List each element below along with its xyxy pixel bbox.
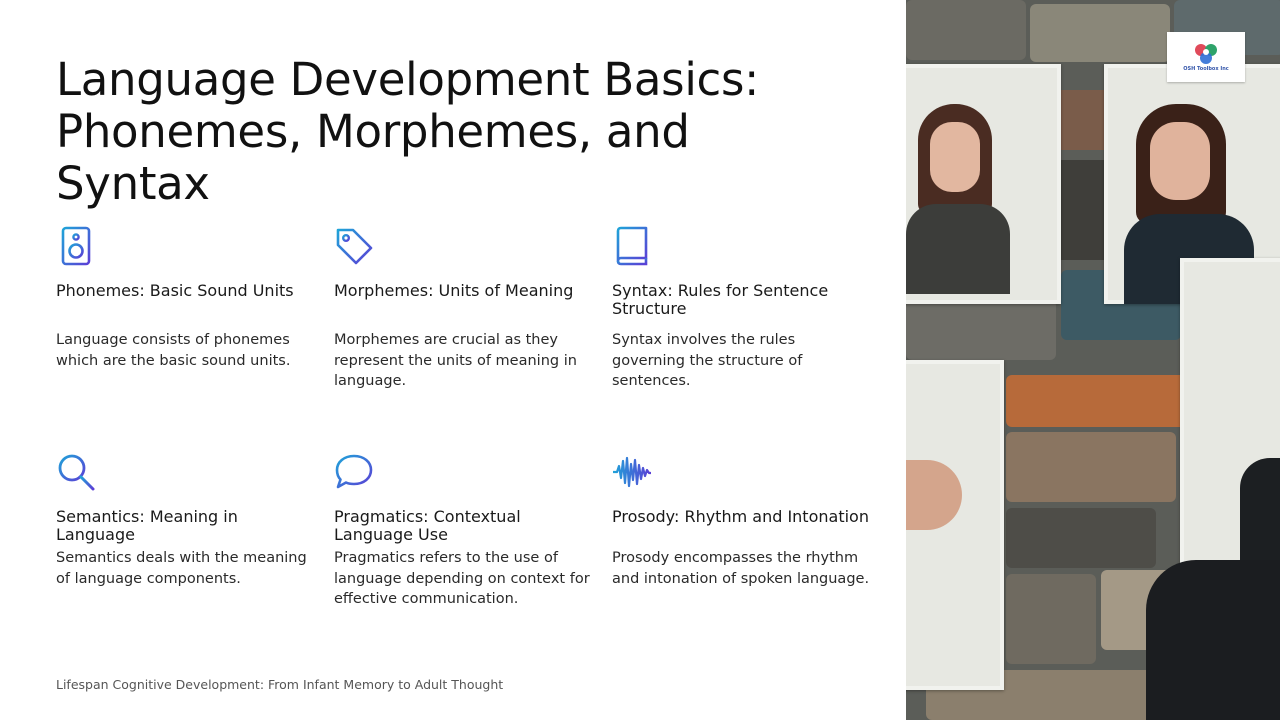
- tag-icon: [334, 226, 374, 266]
- card-heading: Syntax: Rules for Sentence Structure: [612, 281, 829, 318]
- card-heading: Phonemes: Basic Sound Units: [56, 281, 294, 300]
- book-icon: [612, 226, 652, 266]
- card-heading: Prosody: Rhythm and Intonation: [612, 507, 869, 526]
- framed-portrait-left: [906, 64, 1061, 304]
- speech-bubble-icon: [334, 452, 374, 492]
- slide-footer: Lifespan Cognitive Development: From Inf…: [56, 677, 504, 692]
- soundwave-icon: [612, 452, 652, 492]
- slide-title: Language Development Basics: Phonemes, M…: [56, 53, 759, 210]
- card-heading: Semantics: Meaning in Language: [56, 507, 238, 544]
- card-body: Prosody encompasses the rhythm and inton…: [612, 550, 870, 587]
- card-body: Semantics deals with the meaning of lang…: [56, 550, 307, 587]
- company-logo: OSH Toolbox Inc: [1167, 32, 1245, 82]
- card-body: Language consists of phonemes which are …: [56, 332, 291, 369]
- card-body: Syntax involves the rules governing the …: [612, 332, 803, 389]
- framed-panel-left: [906, 360, 1004, 690]
- stone-wall-photo: [906, 0, 1280, 720]
- card-body: Morphemes are crucial as they represent …: [334, 332, 577, 389]
- card-body: Pragmatics refers to the use of language…: [334, 550, 590, 607]
- card-heading: Morphemes: Units of Meaning: [334, 281, 574, 300]
- speaker-icon: [56, 226, 96, 266]
- slide: Language Development Basics: Phonemes, M…: [0, 0, 1280, 720]
- logo-text: OSH Toolbox Inc: [1183, 66, 1229, 72]
- magnifier-icon: [56, 452, 96, 492]
- card-heading: Pragmatics: Contextual Language Use: [334, 507, 521, 544]
